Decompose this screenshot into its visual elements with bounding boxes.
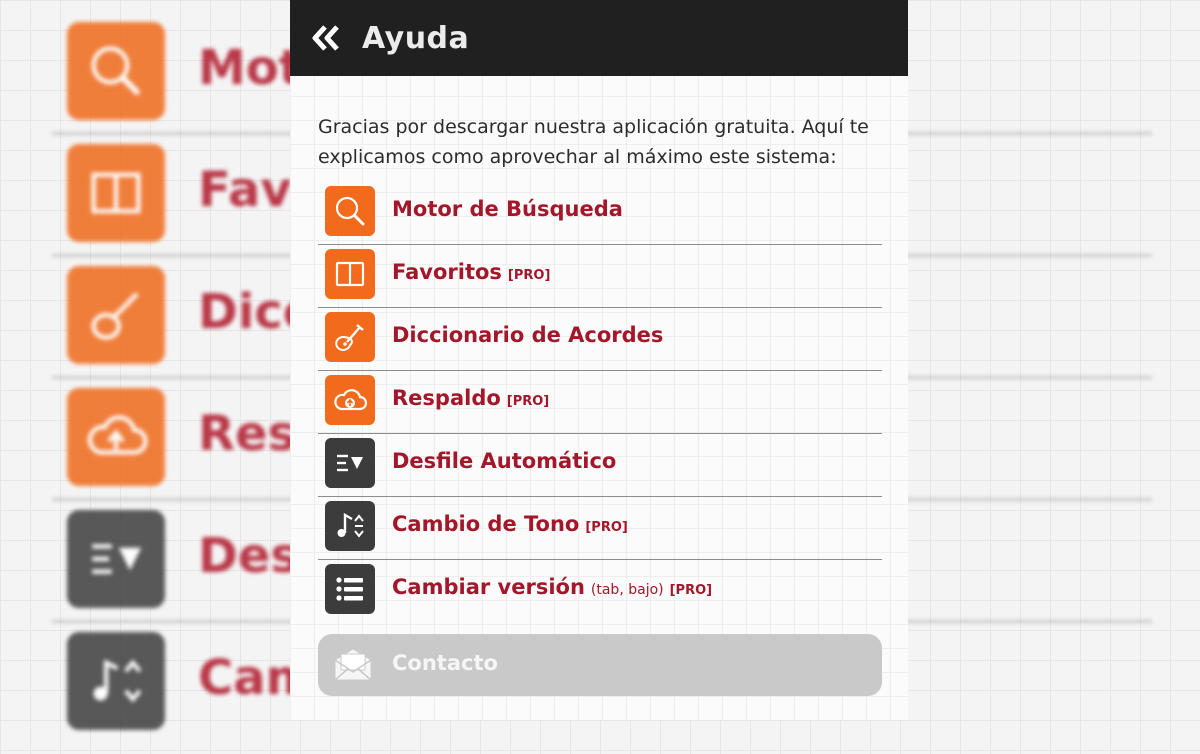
menu-item-label: Favoritos [392, 260, 502, 284]
transpose-icon [67, 632, 165, 730]
envelope-icon [332, 646, 374, 688]
page-title: Ayuda [362, 20, 470, 56]
menu-item-cambiar-version[interactable]: Cambiar versión (tab, bajo) [PRO] [318, 560, 882, 622]
bg-label: Mot [198, 40, 302, 96]
menu-item-label: Diccionario de Acordes [392, 323, 664, 347]
menu-item-respaldo[interactable]: Respaldo [PRO] [318, 371, 882, 434]
pro-badge: [PRO] [585, 520, 628, 535]
pro-badge: [PRO] [507, 268, 551, 283]
menu-item-extra: (tab, bajo) [590, 582, 664, 598]
menu-item-label: Cambio de Tono [392, 512, 580, 536]
autoscroll-icon [67, 510, 165, 608]
intro-text: Gracias por descargar nuestra aplicación… [318, 116, 869, 168]
help-menu: Motor de Búsqueda Favoritos [PRO] Diccion… [318, 182, 882, 622]
search-icon [67, 22, 165, 120]
contact-label: Contacto [392, 651, 498, 675]
back-button[interactable] [296, 0, 356, 76]
double-chevron-left-icon [312, 25, 339, 51]
menu-item-label: Motor de Búsqueda [392, 197, 623, 221]
contact-button[interactable]: Contacto [318, 634, 882, 696]
menu-item-label: Cambiar versión [392, 575, 585, 599]
menu-item-label: Desfile Automático [392, 449, 617, 473]
autoscroll-icon [325, 438, 375, 488]
menu-item-diccionario-acordes[interactable]: Diccionario de Acordes [318, 308, 882, 371]
top-bar: Ayuda [290, 0, 908, 76]
book-icon [325, 249, 375, 299]
menu-item-motor-busqueda[interactable]: Motor de Búsqueda [318, 182, 882, 245]
transpose-icon [325, 501, 375, 551]
pro-badge: [PRO] [669, 583, 713, 598]
guitar-icon [67, 266, 165, 364]
menu-item-label: Respaldo [392, 386, 501, 410]
search-icon [325, 186, 375, 236]
menu-item-desfile-automatico[interactable]: Desfile Automático [318, 434, 882, 497]
cloud-upload-icon [325, 375, 375, 425]
pro-badge: [PRO] [506, 394, 550, 409]
menu-item-cambio-tono[interactable]: Cambio de Tono [PRO] [318, 497, 882, 560]
book-icon [67, 144, 165, 242]
menu-item-favoritos[interactable]: Favoritos [PRO] [318, 245, 882, 308]
help-panel: Ayuda Gracias por descargar nuestra apli… [290, 0, 908, 720]
cloud-upload-icon [67, 388, 165, 486]
list-icon [325, 564, 375, 614]
guitar-icon [325, 312, 375, 362]
